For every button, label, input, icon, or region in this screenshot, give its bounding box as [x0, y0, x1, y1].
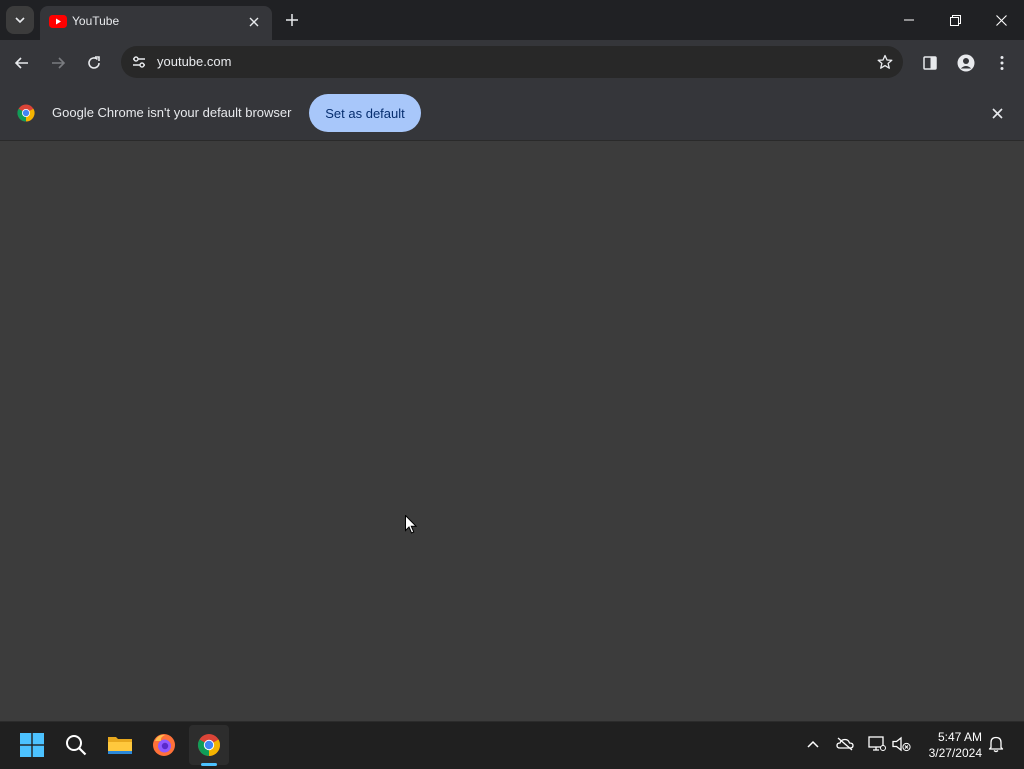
back-button[interactable] — [8, 49, 36, 77]
tab-title: YouTube — [72, 14, 120, 28]
taskbar-search-button[interactable] — [56, 725, 96, 765]
start-button[interactable] — [12, 725, 52, 765]
clock[interactable]: 5:47 AM 3/27/2024 — [916, 729, 982, 761]
restore-icon — [949, 14, 961, 26]
onedrive-icon — [836, 737, 854, 751]
bookmark-button[interactable] — [873, 50, 897, 74]
youtube-favicon-icon — [49, 15, 67, 28]
tab-youtube[interactable]: YouTube — [40, 6, 272, 40]
network-tray-button[interactable] — [866, 733, 888, 755]
clock-date: 3/27/2024 — [928, 746, 982, 760]
infobar-message: Google Chrome isn't your default browser — [52, 105, 292, 120]
reload-icon — [88, 56, 100, 69]
chevron-down-icon — [15, 17, 25, 24]
chevron-up-icon — [807, 740, 819, 748]
onedrive-tray-button[interactable] — [834, 733, 856, 755]
infobar-close-button[interactable] — [986, 102, 1008, 124]
more-menu-button[interactable] — [988, 49, 1016, 77]
profile-icon — [957, 54, 975, 72]
back-arrow-icon — [14, 57, 28, 69]
omnibox[interactable]: youtube.com — [121, 46, 903, 78]
tab-close-button[interactable] — [244, 12, 264, 32]
active-app-indicator — [201, 763, 217, 766]
profile-button[interactable] — [952, 49, 980, 77]
minimize-button[interactable] — [886, 0, 932, 40]
clock-time: 5:47 AM — [937, 730, 982, 744]
restore-button[interactable] — [932, 0, 978, 40]
url-text[interactable]: youtube.com — [157, 54, 231, 69]
notifications-button[interactable] — [985, 733, 1007, 755]
tab-search-button[interactable] — [6, 6, 34, 34]
new-tab-icon — [286, 14, 298, 26]
close-window-icon — [995, 14, 1007, 26]
file-explorer-icon — [108, 737, 132, 754]
firefox-button[interactable] — [144, 725, 184, 765]
chrome-logo-icon — [17, 104, 35, 122]
side-panel-button[interactable] — [916, 49, 944, 77]
mouse-cursor-icon — [405, 515, 417, 534]
taskbar: 5:47 AM 3/27/2024 — [0, 721, 1024, 769]
reload-button[interactable] — [80, 49, 108, 77]
chrome-icon — [198, 734, 220, 756]
side-panel-icon — [923, 56, 937, 70]
more-menu-icon — [1000, 56, 1004, 70]
firefox-icon — [153, 734, 175, 756]
forward-button[interactable] — [44, 49, 72, 77]
windows-start-icon — [20, 733, 44, 757]
close-icon — [249, 17, 259, 27]
chrome-taskbar-button[interactable] — [189, 725, 229, 765]
volume-muted-icon — [892, 736, 911, 752]
site-info-icon — [133, 56, 145, 68]
site-info-button[interactable] — [127, 50, 151, 74]
page-content — [0, 141, 1024, 721]
notification-bell-icon — [988, 736, 1004, 753]
close-window-button[interactable] — [978, 0, 1024, 40]
bookmark-star-icon — [877, 54, 893, 69]
title-bar: YouTube — [0, 0, 1024, 40]
show-hidden-icons-button[interactable] — [802, 733, 824, 755]
new-tab-button[interactable] — [282, 10, 302, 30]
toolbar: youtube.com — [0, 40, 1024, 86]
volume-tray-button[interactable] — [891, 733, 913, 755]
set-as-default-button[interactable]: Set as default — [309, 94, 421, 132]
forward-arrow-icon — [52, 57, 66, 69]
close-icon — [991, 107, 1003, 119]
default-browser-infobar: Google Chrome isn't your default browser… — [0, 86, 1024, 141]
file-explorer-button[interactable] — [100, 725, 140, 765]
network-icon — [868, 736, 886, 751]
minimize-icon — [904, 19, 914, 21]
search-icon — [66, 735, 87, 756]
